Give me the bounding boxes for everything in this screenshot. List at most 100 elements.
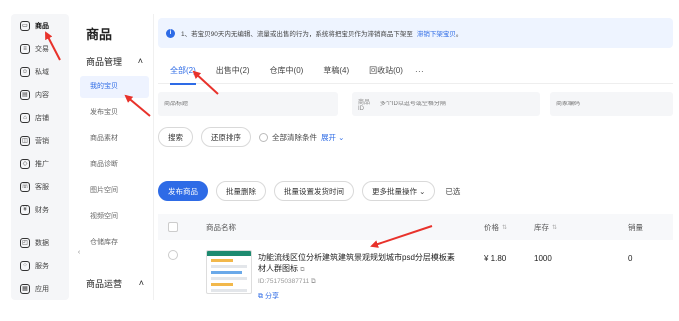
filter-label: 商品ID — [358, 99, 371, 112]
submenu-item-6[interactable]: 仓储库存 — [80, 232, 149, 254]
selected-count: 已选 — [445, 186, 461, 196]
submenu-item-3[interactable]: 商品诊断 — [80, 154, 149, 176]
search-actions: 搜索 还原排序 全部清除条件 展开 ⌄ — [158, 126, 673, 148]
rail-item-6[interactable]: ◇ 推广 — [11, 152, 69, 175]
rail-item-0[interactable]: ▭ 商品 — [11, 14, 69, 37]
bulk-actions: 发布商品 批量删除 批量设置发货时间 更多批量操作 ⌄ 已选 — [158, 180, 673, 202]
reset-sort-button[interactable]: 还原排序 — [201, 127, 251, 147]
marketing-icon: ◫ — [20, 135, 30, 146]
more-batch-label: 更多批量操作 — [372, 186, 417, 196]
main-content: i 1、若宝贝90天内无编辑、流量或出售的行为，系统将把宝贝作为滞销商品下架至 … — [156, 14, 679, 314]
rail-item-label: 交易 — [35, 45, 49, 53]
batch-delete-button[interactable]: 批量删除 — [216, 181, 266, 201]
search-button[interactable]: 搜索 — [158, 127, 193, 147]
tab-1[interactable]: 出售中(2) — [216, 58, 250, 84]
primary-nav-rail: ▭ 商品 ≡ 交易 ☺ 私域 ▤ 内容 ⌂ 店铺 ◫ 营销 ◇ 推广 ☏ 客服 ¥ 财务 ◰ 数据 ⁘ 服务 ▦ 应用 ‹ — [11, 14, 80, 300]
rail-item-8[interactable]: ¥ 财务 — [11, 198, 69, 221]
submenu-item-4[interactable]: 图片空间 — [80, 180, 149, 202]
notice-link[interactable]: 滞销下架宝贝 — [417, 28, 456, 38]
table-row: 功能流线区位分析建筑建筑景观规划城市psd分层模板素材人群图标 ⧉ ID:751… — [158, 240, 673, 306]
tab-0[interactable]: 全部(2) — [170, 58, 196, 85]
clear-conditions-option[interactable]: 全部清除条件 — [259, 132, 317, 143]
share-link[interactable]: ⧉ 分享 — [258, 291, 279, 301]
rail-item-label: 应用 — [35, 285, 49, 293]
rail-item-4[interactable]: ⌂ 店铺 — [11, 106, 69, 129]
rail-item-label: 客服 — [35, 183, 49, 191]
sku-code-filter[interactable] — [550, 92, 673, 116]
submenu-item-0[interactable]: 我的宝贝 — [80, 76, 149, 98]
product-id-input[interactable] — [379, 101, 540, 107]
rail-item-1[interactable]: ≡ 交易 — [11, 37, 69, 60]
rail-item-label: 财务 — [35, 206, 49, 214]
submenu-item-1[interactable]: 发布宝贝 — [80, 102, 149, 124]
rail-item-3[interactable]: ▤ 内容 — [11, 83, 69, 106]
more-tabs-icon[interactable]: ··· — [415, 66, 424, 76]
secondary-menu: 商品 商品管理 ˄ 我的宝贝发布宝贝商品素材商品诊断图片空间视频空间仓储库存 商… — [74, 14, 154, 300]
expand-link[interactable]: 展开 ⌄ — [321, 132, 344, 143]
status-tabs: 全部(2) 出售中(2) 仓库中(0) 草稿(4) 回收站(0) ··· — [158, 58, 673, 85]
rail-separator — [11, 221, 69, 231]
column-sales: 销量 — [628, 222, 643, 232]
column-name: 商品名称 — [206, 222, 236, 232]
title-input[interactable] — [164, 101, 338, 107]
batch-schedule-button[interactable]: 批量设置发货时间 — [274, 181, 354, 201]
product-id: ID:751750387711 ⧉ — [258, 278, 316, 286]
select-all-checkbox[interactable] — [168, 222, 178, 232]
copy-icon[interactable]: ⧉ — [300, 267, 304, 273]
submenu-group-label: 商品管理 — [86, 56, 123, 67]
product-id-text: ID:751750387711 — [258, 278, 310, 285]
submenu-title: 商品 — [86, 27, 113, 42]
info-icon: i — [166, 28, 175, 38]
clear-conditions-label: 全部清除条件 — [272, 132, 317, 142]
promotion-icon: ◇ — [20, 158, 30, 169]
copy-icon[interactable]: ⧉ — [311, 278, 316, 285]
store-icon: ⌂ — [20, 112, 30, 123]
notice-tail: 。 — [455, 31, 463, 38]
title-filter[interactable] — [158, 92, 338, 116]
private-domain-icon: ☺ — [20, 66, 30, 77]
column-price: 价格 — [484, 222, 499, 232]
chevron-down-icon: ⌄ — [419, 186, 426, 196]
share-label: 分享 — [264, 293, 279, 300]
sort-icon: ⇅ — [502, 224, 508, 231]
column-stock: 库存 — [534, 222, 549, 232]
more-batch-actions-button[interactable]: 更多批量操作 ⌄ — [362, 181, 436, 201]
rail-item-7[interactable]: ☏ 客服 — [11, 175, 69, 198]
submenu-group-product-ops[interactable]: 商品运营 ˄ — [74, 272, 154, 294]
rail-item-label: 私域 — [35, 68, 49, 76]
product-name[interactable]: 功能流线区位分析建筑建筑景观规划城市psd分层模板素材人群图标 ⧉ — [258, 252, 458, 276]
column-price-sort[interactable]: 价格 ⇅ — [484, 214, 507, 240]
product-thumbnail[interactable] — [206, 250, 252, 294]
rail-item-10[interactable]: ⁘ 服务 — [11, 254, 69, 277]
rail-item-11[interactable]: ▦ 应用 — [11, 277, 69, 300]
rail-item-5[interactable]: ◫ 营销 — [11, 129, 69, 152]
tab-3[interactable]: 草稿(4) — [323, 58, 349, 84]
column-stock-sort[interactable]: 库存 ⇅ — [534, 214, 557, 240]
rail-item-label: 服务 — [35, 262, 49, 270]
rail-item-2[interactable]: ☺ 私域 — [11, 60, 69, 83]
id-filter[interactable]: 商品ID — [352, 92, 540, 116]
finance-icon: ¥ — [20, 204, 30, 215]
product-icon: ▭ — [20, 20, 30, 31]
content-icon: ▤ — [20, 89, 30, 100]
row-checkbox[interactable] — [168, 250, 178, 260]
sku-code-input[interactable] — [556, 101, 673, 107]
rail-item-label: 推广 — [35, 160, 49, 168]
rail-item-9[interactable]: ◰ 数据 — [11, 231, 69, 254]
rail-item-label: 内容 — [35, 91, 49, 99]
tab-2[interactable]: 仓库中(0) — [270, 58, 304, 84]
tab-4[interactable]: 回收站(0) — [369, 58, 403, 84]
trade-icon: ≡ — [20, 43, 30, 54]
app-icon: ▦ — [20, 283, 30, 294]
rail-item-label: 商品 — [35, 22, 49, 30]
sales-cell: 0 — [628, 254, 633, 263]
product-name-text: 功能流线区位分析建筑建筑景观规划城市psd分层模板素材人群图标 — [258, 253, 455, 273]
submenu-group-product-management[interactable]: 商品管理 ˄ — [74, 50, 153, 72]
table-header: 商品名称 价格 ⇅ 库存 ⇅ 销量 — [158, 214, 673, 240]
rail-item-label: 数据 — [35, 239, 49, 247]
submenu-item-2[interactable]: 商品素材 — [80, 128, 149, 150]
radio-button[interactable] — [259, 132, 268, 142]
submenu-item-5[interactable]: 视频空间 — [80, 206, 149, 228]
publish-product-button[interactable]: 发布商品 — [158, 181, 208, 201]
share-icon: ⧉ — [258, 293, 263, 300]
